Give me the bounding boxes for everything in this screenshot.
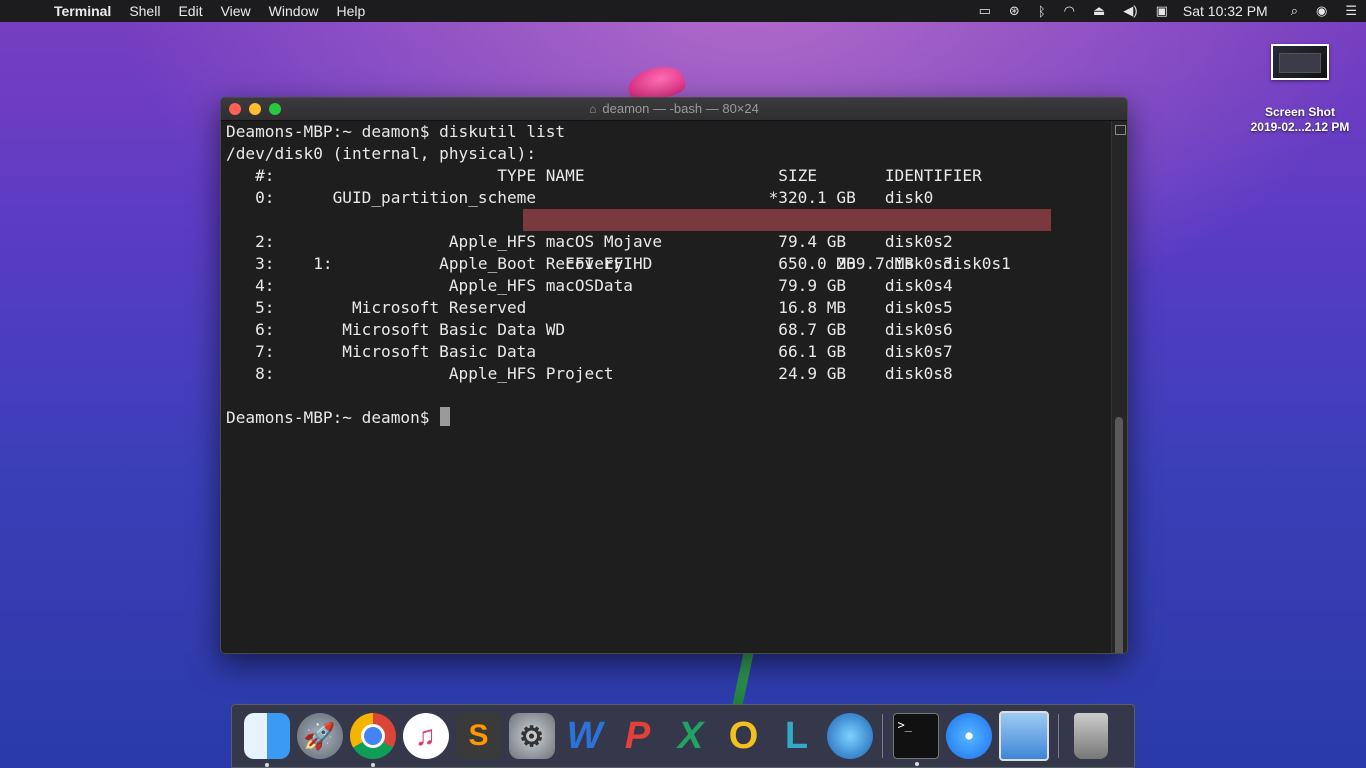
terminal-icon-glyph: >_ <box>897 718 912 732</box>
title-bar[interactable]: ⌂ deamon — -bash — 80×24 <box>221 98 1127 121</box>
dock-separator <box>1058 714 1059 758</box>
preview-icon[interactable] <box>998 711 1049 761</box>
scrollbar-thumb[interactable] <box>1115 417 1123 653</box>
menu-shell[interactable]: Shell <box>129 3 160 19</box>
siri-icon[interactable]: ◉ <box>1316 3 1327 19</box>
terminal-line: 0: GUID_partition_scheme *320.1 GB disk0 <box>226 188 934 207</box>
clock[interactable]: Sat 10:32 PM <box>1183 3 1268 19</box>
powerpoint-icon[interactable]: P <box>615 713 661 759</box>
prompt-line[interactable]: Deamons-MBP:~ deamon$ <box>226 407 1111 429</box>
terminal-line: 7: Microsoft Basic Data 66.1 GB disk0s7 <box>226 342 953 361</box>
dock-separator <box>882 714 883 758</box>
menu-bar: Terminal Shell Edit View Window Help ▭ ⊛… <box>0 0 1366 22</box>
file-label-line1: Screen Shot <box>1264 105 1336 119</box>
dock: 🚀 ♫ S ⚙ W P X O L >_ <box>231 704 1135 768</box>
menu-app-name[interactable]: Terminal <box>54 3 111 19</box>
menu-edit[interactable]: Edit <box>178 3 202 19</box>
chrome-icon[interactable] <box>349 713 396 767</box>
notification-center-icon[interactable]: ☰ <box>1345 3 1357 19</box>
terminal-icon[interactable]: >_ <box>892 713 939 766</box>
terminal-line: /dev/disk0 (internal, physical): <box>226 144 537 163</box>
wifi-icon[interactable]: ◠ <box>1064 3 1075 19</box>
wallpaper-stem <box>732 649 754 709</box>
word-icon[interactable]: W <box>562 713 608 759</box>
prompt-text: Deamons-MBP:~ deamon$ <box>226 408 440 427</box>
menu-window[interactable]: Window <box>269 3 319 19</box>
status-area: ▭ ⊛ ᛒ ◠ ⏏ ◀) ▣ Sat 10:32 PM ⌕ ◉ ☰ <box>970 0 1366 22</box>
lync-icon[interactable]: L <box>774 713 820 759</box>
terminal-output[interactable]: Deamons-MBP:~ deamon$ diskutil list /dev… <box>226 121 1111 653</box>
launchpad-icon[interactable]: 🚀 <box>296 713 343 759</box>
volume-icon[interactable]: ◀) <box>1123 3 1137 19</box>
bluetooth-icon[interactable]: ᛒ <box>1038 4 1046 19</box>
home-folder-icon: ⌂ <box>589 102 597 116</box>
sublime-text-icon[interactable]: S <box>455 713 502 759</box>
system-preferences-icon[interactable]: ⚙ <box>508 713 555 759</box>
display-icon[interactable]: ▭ <box>979 3 991 19</box>
globe-download-icon[interactable] <box>826 713 873 759</box>
terminal-line: 8: Apple_HFS Project 24.9 GB disk0s8 <box>226 364 953 383</box>
terminal-line: 5: Microsoft Reserved 16.8 MB disk0s5 <box>226 298 953 317</box>
terminal-window[interactable]: ⌂ deamon — -bash — 80×24 Deamons-MBP:~ de… <box>220 97 1128 654</box>
terminal-line: 6: Microsoft Basic Data WD 68.7 GB disk0… <box>226 320 953 339</box>
text-cursor <box>440 407 451 426</box>
finder-icon[interactable] <box>243 713 290 767</box>
eject-icon[interactable]: ⏏ <box>1093 3 1105 19</box>
outlook-icon[interactable]: O <box>721 713 767 759</box>
trash-icon[interactable] <box>1074 713 1108 759</box>
menu-help[interactable]: Help <box>336 3 365 19</box>
terminal-line: 4: Apple_HFS macOSData 79.9 GB disk0s4 <box>226 276 953 295</box>
excel-icon[interactable]: X <box>668 713 714 759</box>
terminal-line: 2: Apple_HFS macOS Mojave 79.4 GB disk0s… <box>226 232 953 251</box>
screenshot-thumbnail <box>1271 44 1329 80</box>
terminal-line: #: TYPE NAME SIZE IDENTIFIER <box>226 166 982 185</box>
window-title-text: deamon — -bash — 80×24 <box>602 101 759 116</box>
menu-view[interactable]: View <box>221 3 251 19</box>
desktop-screenshot-file[interactable]: Screen Shot 2019-02...2.12 PM <box>1238 44 1362 135</box>
file-label-line2: 2019-02...2.12 PM <box>1250 120 1350 134</box>
selection-highlight <box>523 209 1051 231</box>
input-menu-icon[interactable]: ▣ <box>1156 3 1168 19</box>
scrollbar[interactable] <box>1111 121 1127 653</box>
itunes-icon[interactable]: ♫ <box>402 713 449 759</box>
window-title: ⌂ deamon — -bash — 80×24 <box>221 101 1127 116</box>
spotlight-icon[interactable]: ⌕ <box>1291 3 1298 19</box>
safari-icon[interactable] <box>945 713 992 759</box>
file-label: Screen Shot 2019-02...2.12 PM <box>1238 105 1362 135</box>
terminal-line-selected: 1: EFI EFI 209.7 MB disk0s1 <box>226 209 1111 273</box>
terminal-line: Deamons-MBP:~ deamon$ diskutil list <box>226 122 566 141</box>
accessibility-icon[interactable]: ⊛ <box>1009 3 1020 19</box>
terminal-line-text: 1: EFI EFI 209.7 MB disk0s1 <box>284 254 1011 273</box>
split-view-icon[interactable] <box>1115 125 1126 135</box>
